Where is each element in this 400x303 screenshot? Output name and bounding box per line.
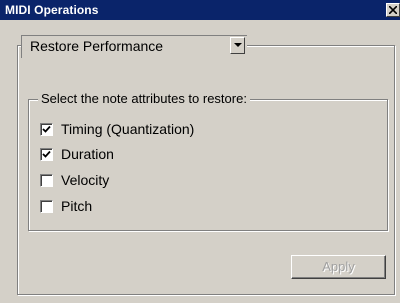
pitch-checkbox[interactable] bbox=[40, 199, 53, 213]
midi-operations-window: MIDI Operations Restore Performance Sele… bbox=[0, 0, 400, 303]
duration-checkbox-label: Duration bbox=[61, 146, 114, 162]
apply-button[interactable]: Apply bbox=[291, 255, 386, 279]
timing-checkbox-row[interactable]: Timing (Quantization) bbox=[40, 121, 194, 137]
pitch-checkbox-row[interactable]: Pitch bbox=[40, 198, 92, 214]
timing-checkbox[interactable] bbox=[40, 122, 53, 136]
checkmark-icon bbox=[42, 150, 51, 158]
dropdown-selected-value: Restore Performance bbox=[30, 38, 164, 54]
duration-checkbox-row[interactable]: Duration bbox=[40, 146, 114, 162]
duration-checkbox[interactable] bbox=[40, 147, 53, 161]
title-bar: MIDI Operations bbox=[0, 0, 400, 20]
dropdown-arrow-button[interactable] bbox=[230, 37, 245, 54]
checkmark-icon bbox=[42, 125, 51, 133]
velocity-checkbox-row[interactable]: Velocity bbox=[40, 172, 109, 188]
close-button[interactable] bbox=[386, 3, 400, 17]
velocity-checkbox[interactable] bbox=[40, 173, 53, 187]
attributes-group-label: Select the note attributes to restore: bbox=[38, 91, 250, 106]
window-title: MIDI Operations bbox=[5, 3, 99, 17]
pitch-checkbox-label: Pitch bbox=[61, 198, 93, 214]
operation-dropdown[interactable]: Restore Performance bbox=[21, 35, 247, 58]
velocity-checkbox-label: Velocity bbox=[61, 172, 110, 188]
timing-checkbox-label: Timing (Quantization) bbox=[61, 121, 195, 137]
